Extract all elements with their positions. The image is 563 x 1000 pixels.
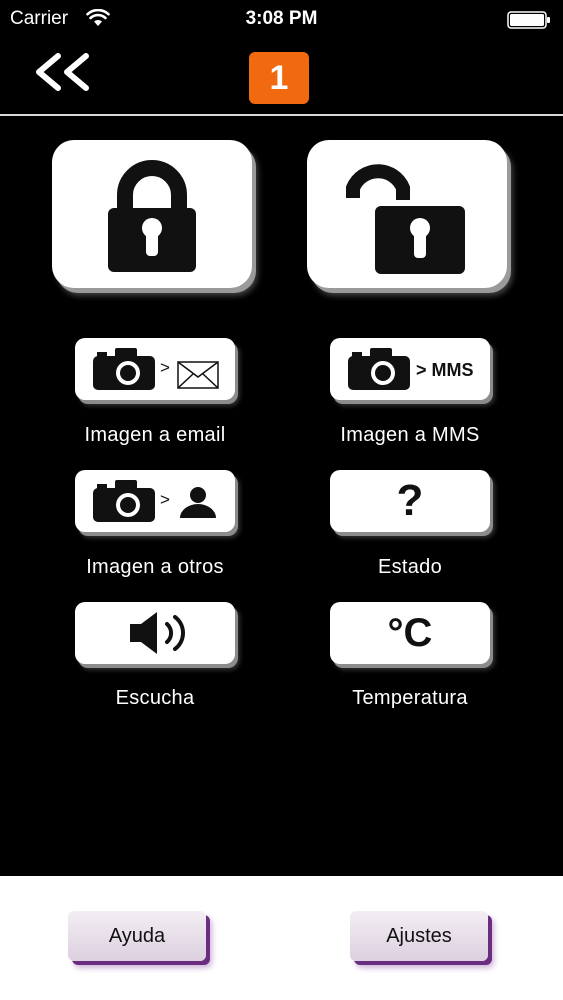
arrow-glyph: > [160,490,170,509]
lock-button[interactable] [52,140,252,288]
lock-closed-icon [108,160,196,272]
camera-to-email-icon [93,348,219,390]
back-button[interactable] [30,50,96,96]
status-time: 3:08 PM [245,8,318,29]
image-to-mms-label: Imagen a MMS [340,424,480,446]
temperature-label: Temperatura [352,687,468,709]
lock-open-icon [346,164,465,274]
image-to-email-label: Imagen a email [84,424,226,446]
header-divider [0,114,563,116]
status-bar: Carrier 3:08 PM [0,0,563,40]
image-to-others-label: Imagen a otros [86,556,224,578]
battery-icon [507,11,550,29]
camera-to-person-icon [93,480,216,522]
image-to-mms-button[interactable]: > MMS [330,338,490,400]
double-chevron-left-icon [36,53,89,91]
status-label: Estado [377,556,443,578]
mms-glyph: > MMS [416,360,474,380]
page-number-badge: 1 [249,52,309,104]
question-icon: ? [396,476,424,525]
temperature-button[interactable]: °C [330,602,490,664]
bottom-bar: Ayuda Ajustes [0,876,563,1000]
image-to-email-button[interactable]: > [75,338,235,400]
image-to-others-button[interactable]: > [75,470,235,532]
listen-label: Escucha [115,687,195,709]
settings-button[interactable]: Ajustes [350,911,488,961]
listen-button[interactable] [75,602,235,664]
celsius-icon: °C [387,611,433,655]
help-button[interactable]: Ayuda [68,911,206,961]
unlock-button[interactable] [307,140,507,288]
arrow-glyph: > [160,358,170,377]
speaker-icon [130,612,185,654]
status-button[interactable]: ? [330,470,490,532]
